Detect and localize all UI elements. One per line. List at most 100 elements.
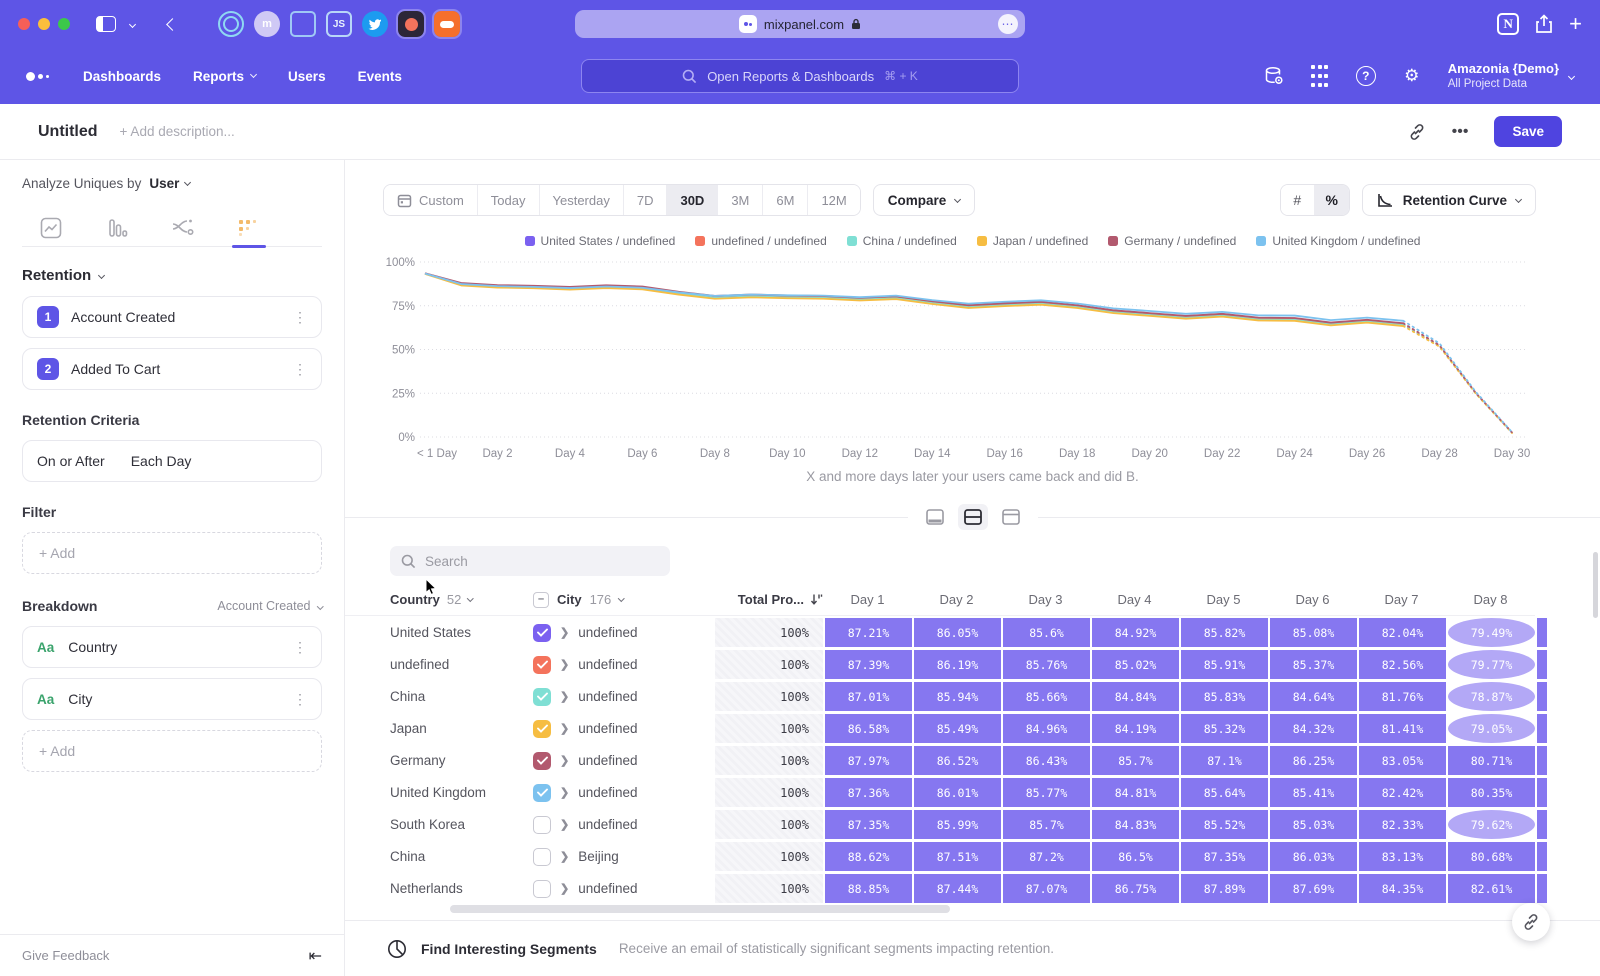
tab-retention[interactable] [228,209,270,247]
city-column-header[interactable]: – City 176 [533,592,715,608]
find-segments-link[interactable]: Find Interesting Segments [421,941,597,957]
dark-app-icon[interactable] [398,11,424,37]
range-yesterday[interactable]: Yesterday [540,185,624,215]
kebab-menu-icon[interactable]: ⋮ [293,639,307,656]
chart-only-view-icon[interactable] [920,504,950,530]
js-app-icon[interactable]: JS [326,11,352,37]
expand-row-icon[interactable]: ❯ [560,754,569,767]
table-search-input[interactable]: Search [390,546,670,576]
nav-item-users[interactable]: Users [288,69,326,84]
vertical-scrollbar[interactable] [1593,552,1598,618]
sidebar-toggle-icon[interactable] [92,10,120,38]
expand-row-icon[interactable]: ❯ [560,658,569,671]
global-search[interactable]: Open Reports & Dashboards ⌘ + K [581,59,1019,93]
m-app-icon[interactable]: m [254,11,280,37]
breakdown-country[interactable]: AaCountry⋮ [22,626,322,668]
soundcloud-app-icon[interactable] [434,11,460,37]
new-tab-icon[interactable]: + [1569,13,1582,35]
range-30d[interactable]: 30D [667,185,718,215]
compare-button[interactable]: Compare [873,184,976,216]
data-management-icon[interactable] [1262,64,1286,88]
kebab-menu-icon[interactable]: ⋮ [293,361,307,378]
give-feedback-link[interactable]: Give Feedback [22,948,109,963]
tab-overview-chevron-icon[interactable] [118,10,146,38]
range-7d[interactable]: 7D [624,185,668,215]
row-checkbox[interactable] [533,720,551,738]
split-view-icon[interactable] [958,504,988,530]
tab-flows[interactable] [162,209,204,247]
row-checkbox[interactable] [533,624,551,642]
cube-app-icon[interactable] [290,11,316,37]
nav-item-dashboards[interactable]: Dashboards [83,69,161,84]
address-more-button[interactable]: ⋯ [998,14,1018,34]
row-checkbox[interactable] [533,656,551,674]
expand-row-icon[interactable]: ❯ [560,722,569,735]
table-only-view-icon[interactable] [996,504,1026,530]
back-icon[interactable] [158,10,186,38]
criteria-each-day[interactable]: Each Day [131,453,192,469]
range-custom[interactable]: Custom [384,185,478,215]
row-checkbox[interactable] [533,816,551,834]
breakdown-scope-dropdown[interactable]: Account Created [217,599,322,613]
kebab-menu-icon[interactable]: ⋮ [293,309,307,326]
row-checkbox[interactable] [533,880,551,898]
breakdown-city[interactable]: AaCity⋮ [22,678,322,720]
copy-link-icon[interactable] [1408,123,1426,141]
legend-item[interactable]: China / undefined [847,234,957,248]
minimize-window-button[interactable] [38,18,50,30]
more-options-icon[interactable]: ••• [1452,123,1469,141]
row-checkbox[interactable] [533,848,551,866]
legend-item[interactable]: Japan / undefined [977,234,1088,248]
expand-row-icon[interactable]: ❯ [560,882,569,895]
expand-row-icon[interactable]: ❯ [560,786,569,799]
horizontal-scrollbar[interactable] [450,905,950,913]
filter-add-button[interactable]: + Add [22,532,322,574]
close-window-button[interactable] [18,18,30,30]
zoom-window-button[interactable] [58,18,70,30]
kebab-menu-icon[interactable]: ⋮ [293,691,307,708]
analyze-uniques-control[interactable]: Analyze Uniques by User [22,160,322,203]
report-title[interactable]: Untitled [38,123,98,141]
total-column-header[interactable]: Total Pro... [715,592,823,607]
project-switcher[interactable]: Amazonia {Demo} All Project Data [1446,61,1574,92]
country-column-header[interactable]: Country 52 [345,592,533,607]
collapse-sidebar-icon[interactable]: ⇤ [309,946,322,966]
row-checkbox[interactable] [533,784,551,802]
range-6m[interactable]: 6M [763,185,808,215]
range-today[interactable]: Today [478,185,540,215]
tab-funnels[interactable] [96,209,138,247]
chart-type-dropdown[interactable]: Retention Curve [1362,184,1536,216]
add-description[interactable]: + Add description... [120,124,235,139]
retention-step-1[interactable]: 1Account Created⋮ [22,296,322,338]
expand-row-icon[interactable]: ❯ [560,850,569,863]
save-button[interactable]: Save [1494,116,1562,147]
target-app-icon[interactable] [218,11,244,37]
retention-criteria-card[interactable]: On or After Each Day [22,440,322,482]
legend-item[interactable]: United Kingdom / undefined [1256,234,1420,248]
absolute-numbers-toggle[interactable]: # [1281,185,1315,215]
breakdown-add-button[interactable]: + Add [22,730,322,772]
apps-grid-icon[interactable] [1308,64,1332,88]
legend-item[interactable]: undefined / undefined [695,234,826,248]
select-all-checkbox[interactable]: – [533,592,549,608]
percent-toggle[interactable]: % [1315,185,1349,215]
address-bar[interactable]: mixpanel.com ⋯ [575,10,1025,38]
notion-extension-icon[interactable]: N [1497,13,1519,35]
legend-item[interactable]: Germany / undefined [1108,234,1236,248]
nav-item-events[interactable]: Events [358,69,402,84]
expand-row-icon[interactable]: ❯ [560,626,569,639]
settings-gear-icon[interactable]: ⚙ [1400,64,1424,88]
criteria-on-or-after[interactable]: On or After [37,453,105,469]
retention-section-header[interactable]: Retention [22,267,322,284]
copy-link-fab[interactable] [1512,903,1550,941]
expand-row-icon[interactable]: ❯ [560,818,569,831]
range-12m[interactable]: 12M [808,185,859,215]
legend-item[interactable]: United States / undefined [525,234,676,248]
row-checkbox[interactable] [533,688,551,706]
retention-step-2[interactable]: 2Added To Cart⋮ [22,348,322,390]
range-3m[interactable]: 3M [718,185,763,215]
nav-item-reports[interactable]: Reports [193,69,256,84]
mixpanel-logo[interactable] [26,72,49,81]
bird-app-icon[interactable] [362,11,388,37]
tab-insights[interactable] [30,209,72,247]
